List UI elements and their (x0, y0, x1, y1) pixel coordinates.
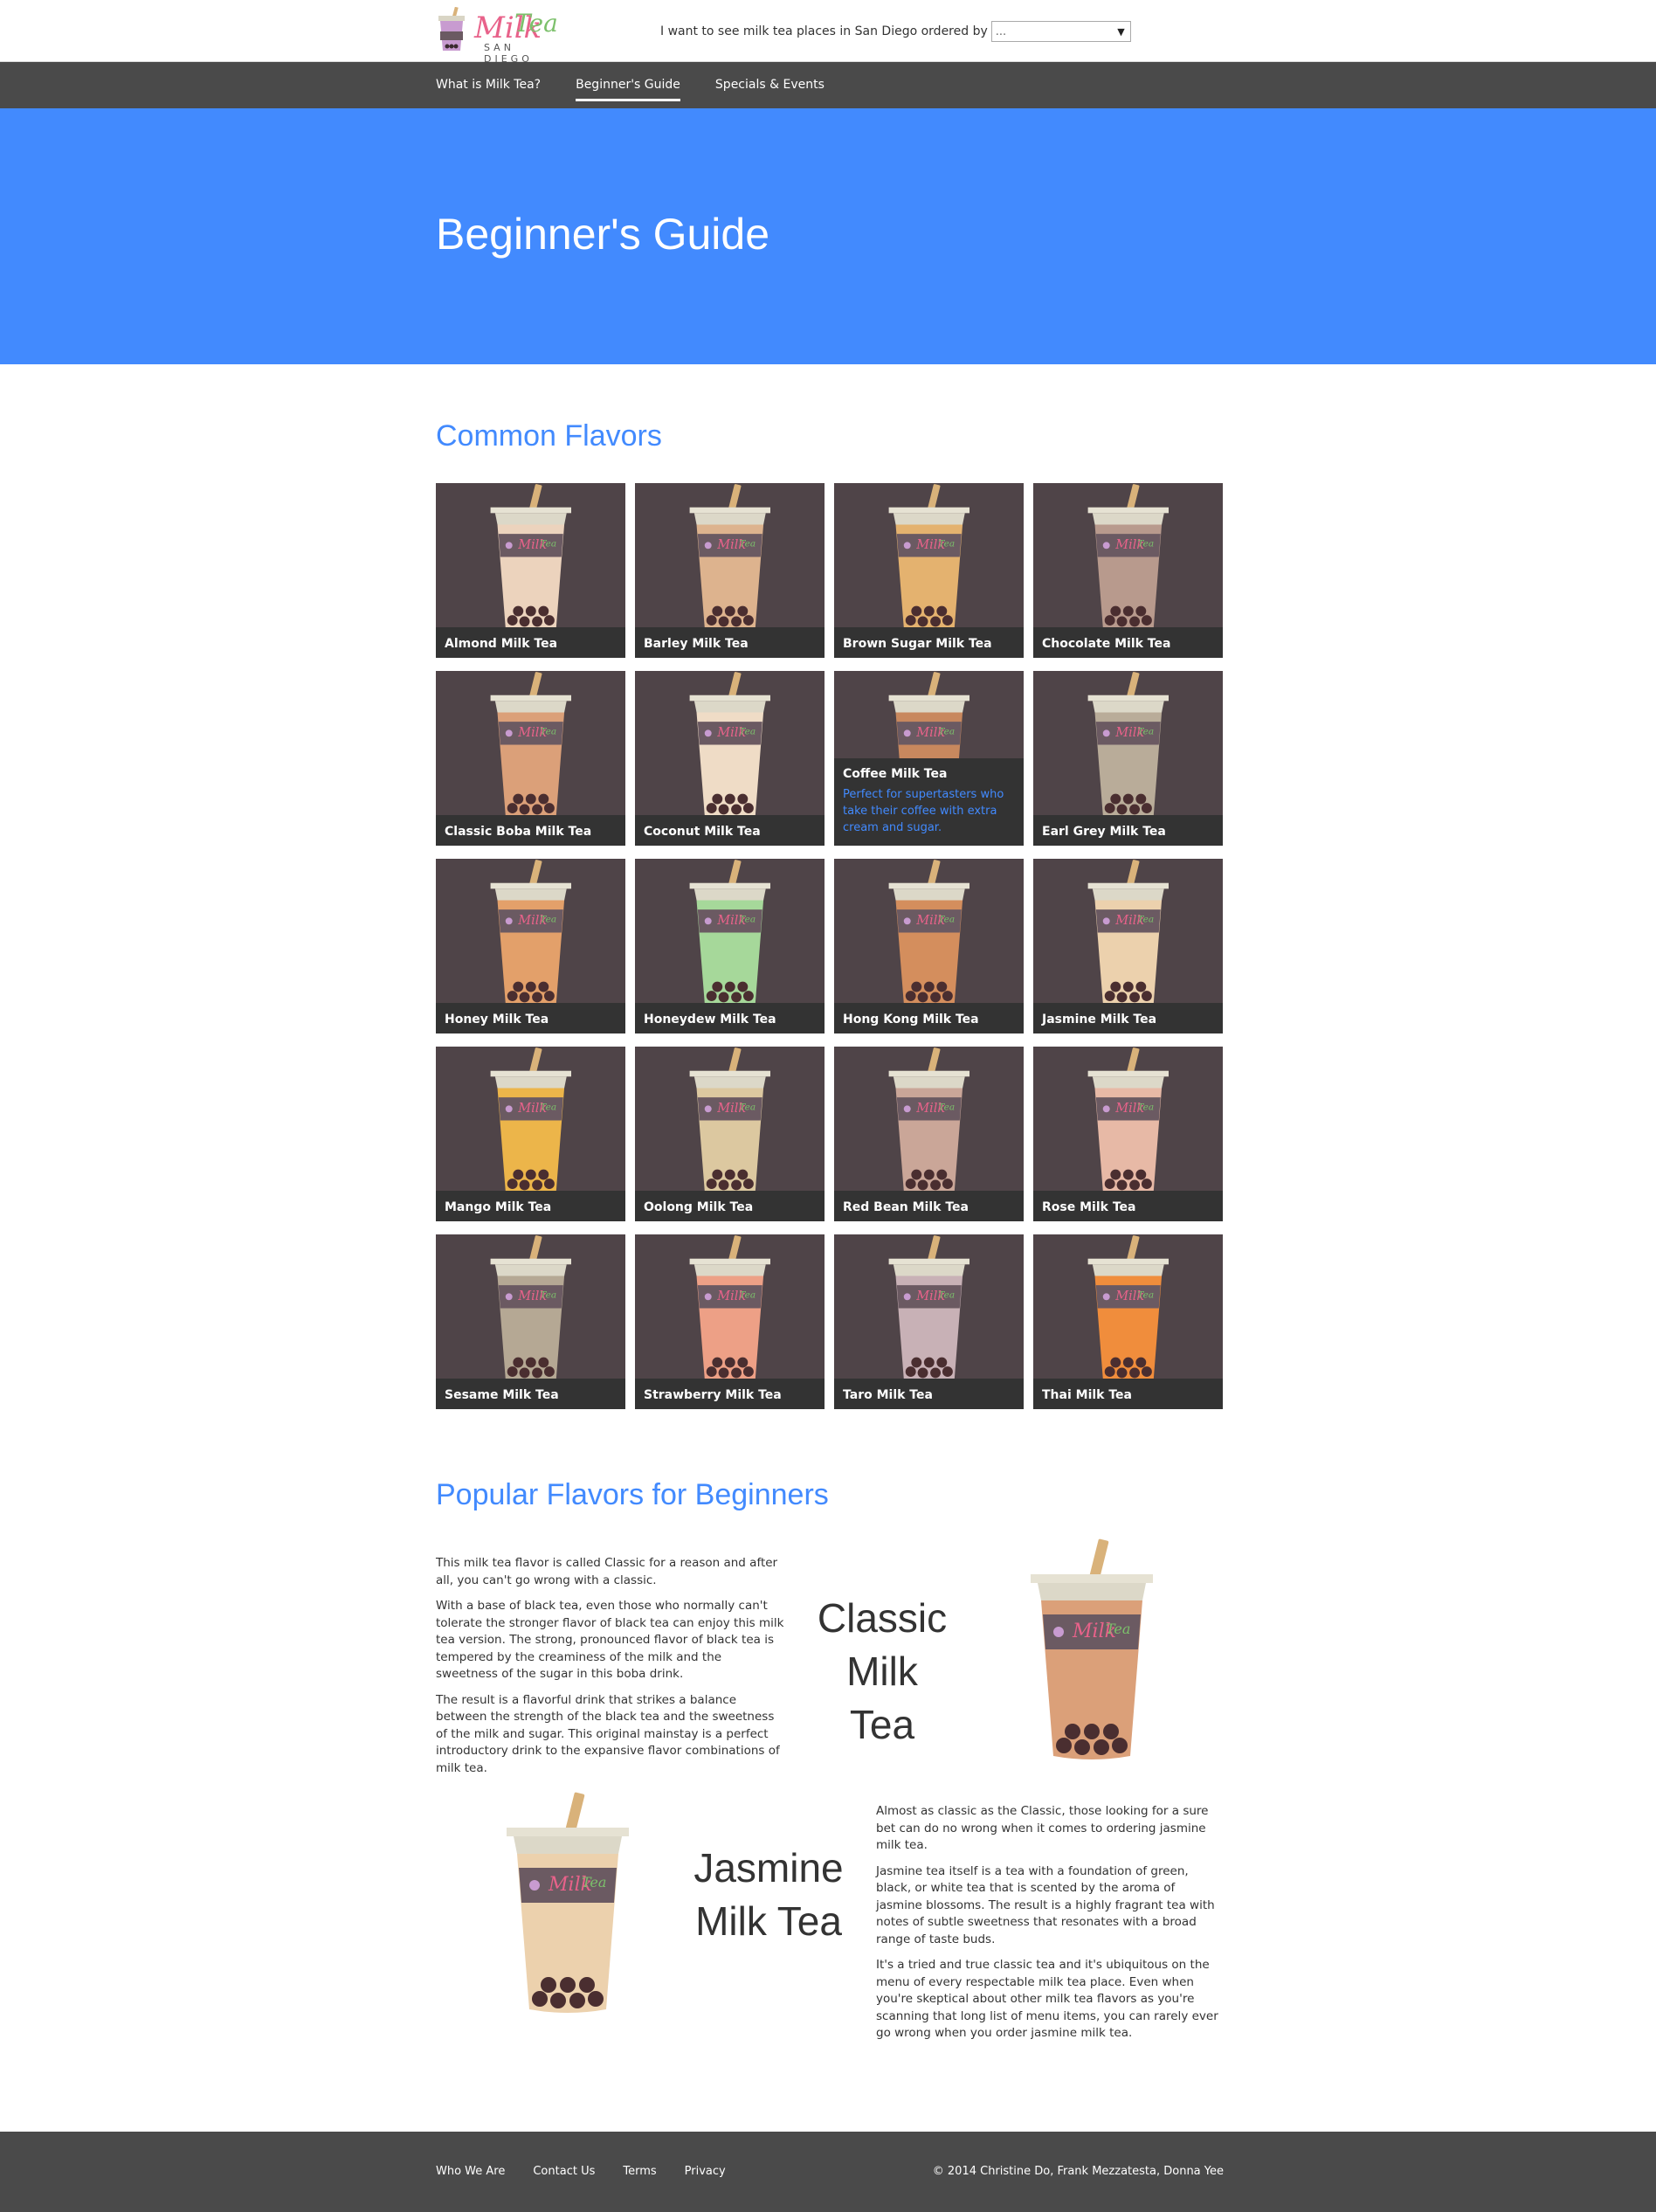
order-by-label: I want to see milk tea places in San Die… (660, 24, 988, 38)
flavor-name: Red Bean Milk Tea (834, 1191, 1024, 1221)
site-logo[interactable]: Milk Tea SAN DIEGO (436, 5, 567, 65)
jasmine-description: Almost as classic as the Classic, those … (876, 1803, 1222, 2051)
flavor-name: Coffee Milk Tea (843, 767, 948, 781)
flavor-name: Honeydew Milk Tea (635, 1003, 825, 1033)
svg-text:Tea: Tea (938, 727, 955, 737)
svg-text:Tea: Tea (739, 539, 756, 550)
flavor-name: Hong Kong Milk Tea (834, 1003, 1024, 1033)
flavor-tile[interactable]: Milk Tea Barley Milk Tea (635, 483, 825, 658)
classic-paragraph: With a base of black tea, even those who… (436, 1599, 784, 1681)
svg-text:Tea: Tea (938, 915, 955, 925)
hero-banner: Beginner's Guide (0, 108, 1656, 364)
flavor-name: Brown Sugar Milk Tea (834, 627, 1024, 658)
svg-text:Tea: Tea (1137, 1103, 1154, 1113)
footer-terms[interactable]: Terms (623, 2165, 656, 2178)
flavor-name: Earl Grey Milk Tea (1033, 815, 1223, 846)
jasmine-paragraph: It's a tried and true classic tea and it… (876, 1958, 1218, 2040)
svg-text:Tea: Tea (540, 727, 556, 737)
flavor-tile[interactable]: Milk Tea Hong Kong Milk Tea (834, 859, 1024, 1033)
nav-what-is-milk-tea[interactable]: What is Milk Tea? (436, 62, 541, 108)
jasmine-milk-tea-cup-icon: Milk Tea (507, 1792, 629, 2013)
flavor-tile[interactable]: Milk Tea Brown Sugar Milk Tea (834, 483, 1024, 658)
svg-text:Tea: Tea (540, 539, 556, 550)
classic-milk-tea-cup-icon: Milk Tea (1031, 1538, 1153, 1759)
svg-text:Tea: Tea (1137, 915, 1154, 925)
flavor-tile[interactable]: Milk Tea Rose Milk Tea (1033, 1047, 1223, 1221)
flavor-tile[interactable]: Milk Tea Chocolate Milk Tea (1033, 483, 1223, 658)
classic-paragraph: This milk tea flavor is called Classic f… (436, 1556, 778, 1587)
flavor-name: Coconut Milk Tea (635, 815, 825, 846)
flavor-tile[interactable]: Milk Tea Honey Milk Tea (436, 859, 625, 1033)
footer-who-we-are[interactable]: Who We Are (436, 2165, 505, 2178)
flavor-name: Thai Milk Tea (1033, 1379, 1223, 1409)
flavor-tile[interactable]: Milk Tea Red Bean Milk Tea (834, 1047, 1024, 1221)
flavor-tile[interactable]: Milk Tea Coffee Milk Tea Perfect for supe… (834, 671, 1024, 846)
flavor-tile[interactable]: Milk Tea Taro Milk Tea (834, 1234, 1024, 1409)
svg-text:Tea: Tea (582, 1874, 606, 1891)
order-by-value: ... (995, 24, 1007, 38)
main-nav: What is Milk Tea? Beginner's Guide Speci… (0, 62, 1656, 108)
dropdown-caret-icon: ▼ (1117, 25, 1125, 38)
classic-paragraph: The result is a flavorful drink that str… (436, 1692, 780, 1775)
svg-text:Tea: Tea (540, 915, 556, 925)
popular-flavors-heading: Popular Flavors for Beginners (436, 1478, 829, 1511)
boba-cup-logo-icon (438, 7, 465, 51)
flavor-name: Sesame Milk Tea (436, 1379, 625, 1409)
flavor-tile[interactable]: Milk Tea Almond Milk Tea (436, 483, 625, 658)
svg-text:Tea: Tea (938, 1103, 955, 1113)
svg-text:Tea: Tea (540, 1103, 556, 1113)
flavor-name: Strawberry Milk Tea (635, 1379, 825, 1409)
footer-copyright: © 2014 Christine Do, Frank Mezzatesta, D… (932, 2165, 1224, 2178)
flavor-tile[interactable]: Milk Tea Thai Milk Tea (1033, 1234, 1223, 1409)
svg-text:Tea: Tea (938, 539, 955, 550)
classic-big-title: Classic Milk Tea (817, 1595, 948, 1747)
footer-contact-us[interactable]: Contact Us (533, 2165, 595, 2178)
nav-specials-events[interactable]: Specials & Events (715, 62, 825, 108)
flavor-tile[interactable]: Milk Tea Sesame Milk Tea (436, 1234, 625, 1409)
svg-text:Tea: Tea (739, 915, 756, 925)
flavor-tile[interactable]: Milk Tea Mango Milk Tea (436, 1047, 625, 1221)
flavor-name: Rose Milk Tea (1033, 1191, 1223, 1221)
flavor-hover-panel: Coffee Milk Tea Perfect for supertasters … (834, 758, 1024, 846)
flavor-description: Perfect for supertasters who take their … (843, 788, 1004, 834)
order-by-control: I want to see milk tea places in San Die… (660, 21, 1131, 42)
flavor-name: Barley Milk Tea (635, 627, 825, 658)
footer-privacy[interactable]: Privacy (685, 2165, 726, 2178)
flavor-tile[interactable]: Milk Tea Earl Grey Milk Tea (1033, 671, 1223, 846)
classic-description: This milk tea flavor is called Classic f… (436, 1555, 785, 1786)
flavor-name: Honey Milk Tea (436, 1003, 625, 1033)
jasmine-paragraph: Jasmine tea itself is a tea with a found… (876, 1863, 1215, 1946)
svg-text:Tea: Tea (739, 1290, 756, 1301)
svg-text:Tea: Tea (1137, 539, 1154, 550)
order-by-select[interactable]: ... ▼ (990, 21, 1131, 42)
site-header: Milk Tea SAN DIEGO I want to see milk te… (0, 0, 1656, 65)
flavor-tile[interactable]: Milk Tea Coconut Milk Tea (635, 671, 825, 846)
svg-text:Tea: Tea (1106, 1621, 1130, 1637)
flavor-name: Jasmine Milk Tea (1033, 1003, 1223, 1033)
nav-beginners-guide[interactable]: Beginner's Guide (576, 62, 680, 108)
flavor-name: Almond Milk Tea (436, 627, 625, 658)
flavor-name: Mango Milk Tea (436, 1191, 625, 1221)
jasmine-paragraph: Almost as classic as the Classic, those … (876, 1804, 1209, 1852)
flavor-name: Taro Milk Tea (834, 1379, 1024, 1409)
svg-text:Tea: Tea (739, 727, 756, 737)
svg-text:Tea: Tea (938, 1290, 955, 1301)
flavor-tile[interactable]: Milk Tea Honeydew Milk Tea (635, 859, 825, 1033)
flavor-tile[interactable]: Milk Tea Jasmine Milk Tea (1033, 859, 1223, 1033)
flavor-name: Classic Boba Milk Tea (436, 815, 625, 846)
svg-text:Tea: Tea (1137, 727, 1154, 737)
flavor-tile[interactable]: Milk Tea Classic Boba Milk Tea (436, 671, 625, 846)
jasmine-big-title: Jasmine Milk Tea (693, 1845, 844, 1944)
flavor-tile[interactable]: Milk Tea Strawberry Milk Tea (635, 1234, 825, 1409)
logo-tea-text: Tea (514, 9, 558, 38)
svg-text:Tea: Tea (540, 1290, 556, 1301)
flavor-tile[interactable]: Milk Tea Oolong Milk Tea (635, 1047, 825, 1221)
flavor-name: Chocolate Milk Tea (1033, 627, 1223, 658)
site-footer: Who We Are Contact Us Terms Privacy © 20… (0, 2132, 1656, 2212)
page-title: Beginner's Guide (436, 210, 770, 259)
svg-text:Tea: Tea (1137, 1290, 1154, 1301)
svg-text:Tea: Tea (739, 1103, 756, 1113)
common-flavors-heading: Common Flavors (436, 419, 662, 453)
flavor-name: Oolong Milk Tea (635, 1191, 825, 1221)
